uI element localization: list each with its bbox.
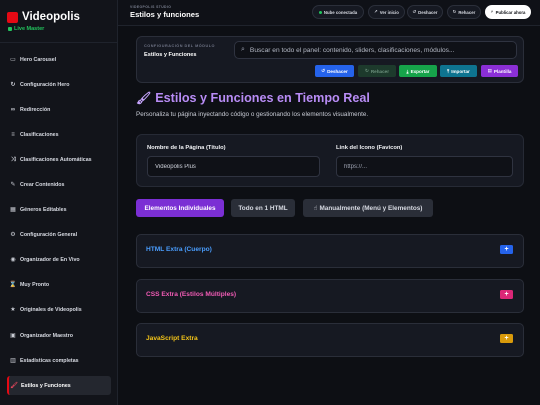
undo-icon: ↺ bbox=[321, 68, 326, 73]
star-icon: ★ bbox=[10, 307, 16, 314]
add-css-button[interactable]: + bbox=[500, 290, 513, 299]
sidebar-item-hero-carousel[interactable]: ▭ Hero Carousel bbox=[7, 50, 111, 69]
template-button[interactable]: ▤ Plantilla bbox=[481, 65, 518, 77]
page-name-label: Nombre de la Página (Título) bbox=[147, 145, 226, 151]
tab-manual[interactable]: ☝ Manualmente (Menú y Elementos) bbox=[303, 199, 433, 217]
search-icon: ⌕ bbox=[241, 46, 245, 53]
pencil-icon: ✎ bbox=[10, 181, 16, 188]
studio-label: VIDEOPOLIS STUDIO bbox=[130, 5, 172, 9]
sidebar-item-statistics[interactable]: ▥ Estadísticas completas bbox=[7, 351, 111, 370]
brand-name: Videopolis bbox=[22, 11, 80, 23]
search-input[interactable] bbox=[249, 46, 500, 54]
download-icon: ⤓ bbox=[406, 68, 409, 74]
page-settings-card: Nombre de la Página (Título) Link del Ic… bbox=[136, 134, 524, 187]
module-undo-button[interactable]: ↺ Deshacer bbox=[315, 65, 354, 77]
css-extra-section[interactable]: CSS Extra (Estilos Múltiples) + bbox=[136, 279, 524, 313]
chart-icon: ▥ bbox=[10, 357, 16, 364]
status-dot-icon bbox=[318, 10, 322, 14]
undo-icon: ↺ bbox=[412, 9, 417, 14]
publish-button[interactable]: ⚡ Publicar ahora bbox=[485, 5, 531, 19]
grid-icon: ▦ bbox=[10, 207, 16, 214]
external-link-icon: ↗ bbox=[374, 9, 378, 14]
brand[interactable]: Videopolis bbox=[7, 11, 80, 23]
undo-button[interactable]: ↺ Deshacer bbox=[407, 5, 443, 19]
topbar-title: Estilos y funciones bbox=[130, 9, 200, 19]
section-title: CSS Extra (Estilos Múltiples) bbox=[146, 291, 237, 298]
brand-subtitle: Live Master bbox=[8, 26, 44, 32]
html-extra-section[interactable]: HTML Extra (Cuerpo) + bbox=[136, 234, 524, 268]
brush-icon: 🖌 bbox=[136, 91, 152, 105]
add-html-button[interactable]: + bbox=[500, 245, 513, 254]
sidebar: Videopolis Live Master ▭ Hero Carousel ↻… bbox=[0, 0, 118, 405]
add-js-button[interactable]: + bbox=[500, 334, 513, 343]
sidebar-item-originals[interactable]: ★ Originales de Videopolis bbox=[7, 301, 111, 320]
export-button[interactable]: ⤓ Exportar bbox=[399, 65, 437, 77]
cloud-status-button[interactable]: Nube conectada bbox=[312, 5, 364, 19]
sidebar-item-auto-rankings[interactable]: ⤨ Clasificaciones Automáticas bbox=[7, 150, 111, 169]
favicon-input[interactable] bbox=[336, 156, 513, 177]
section-title: JavaScript Extra bbox=[146, 335, 198, 342]
bolt-icon: ⚡ bbox=[490, 9, 494, 14]
live-dot-icon bbox=[8, 27, 12, 31]
page-title: 🖌 Estilos y Funciones en Tiempo Real bbox=[136, 91, 370, 105]
sliders-icon: ≡ bbox=[11, 131, 15, 138]
tab-individual-elements[interactable]: Elementos Individuales bbox=[136, 199, 224, 217]
shuffle-icon: ⤨ bbox=[10, 156, 16, 163]
module-config-label: CONFIGURACIÓN DEL MÓDULO bbox=[144, 44, 215, 48]
redo-button[interactable]: ↻ Rehacer bbox=[447, 5, 481, 19]
sidebar-item-redirect[interactable]: ∞ Redirección bbox=[7, 100, 111, 119]
view-start-button[interactable]: ↗ Ver inicio bbox=[368, 5, 405, 19]
section-title: HTML Extra (Cuerpo) bbox=[146, 246, 212, 253]
sidebar-item-genres[interactable]: ▦ Géneros Editables bbox=[7, 201, 111, 220]
global-search[interactable]: ⌕ bbox=[234, 41, 517, 59]
broadcast-icon: ◉ bbox=[10, 257, 16, 264]
hourglass-icon: ⌛ bbox=[9, 282, 17, 289]
page-name-input[interactable] bbox=[147, 156, 320, 177]
template-icon: ▤ bbox=[487, 68, 492, 73]
link-icon: ∞ bbox=[10, 106, 16, 113]
film-icon: ▣ bbox=[10, 332, 16, 339]
sidebar-item-coming-soon[interactable]: ⌛ Muy Pronto bbox=[7, 276, 111, 295]
sidebar-item-hero-config[interactable]: ↻ Configuración Hero bbox=[7, 75, 111, 94]
page-description: Personaliza tu página inyectando código … bbox=[136, 111, 369, 118]
sidebar-item-styles-functions[interactable]: 🖌 Estilos y Funciones bbox=[7, 376, 111, 396]
favicon-label: Link del Icono (Favicon) bbox=[336, 145, 403, 151]
topbar: VIDEOPOLIS STUDIO Estilos y funciones Nu… bbox=[118, 0, 540, 26]
sidebar-divider bbox=[0, 42, 117, 43]
module-redo-button[interactable]: ↻ Rehacer bbox=[358, 65, 396, 77]
redo-icon: ↻ bbox=[452, 9, 457, 14]
sidebar-item-live-organizer[interactable]: ◉ Organizador de En Vivo bbox=[7, 251, 111, 270]
module-panel: CONFIGURACIÓN DEL MÓDULO Estilos y Funci… bbox=[136, 36, 524, 83]
carousel-icon: ▭ bbox=[10, 56, 16, 63]
hand-icon: ☝ bbox=[313, 205, 318, 212]
import-button[interactable]: ⤒ Importar bbox=[440, 65, 477, 77]
sidebar-item-master-organizer[interactable]: ▣ Organizador Maestro bbox=[7, 326, 111, 345]
js-extra-section[interactable]: JavaScript Extra + bbox=[136, 323, 524, 357]
sidebar-nav: ▭ Hero Carousel ↻ Configuración Hero ∞ R… bbox=[7, 50, 111, 401]
sidebar-item-create-content[interactable]: ✎ Crear Contenidos bbox=[7, 175, 111, 194]
videopolis-logo-icon bbox=[7, 11, 18, 23]
brush-icon: 🖌 bbox=[10, 382, 18, 389]
upload-icon: ⤒ bbox=[447, 68, 450, 74]
redo-icon: ↻ bbox=[365, 68, 369, 73]
sidebar-item-rankings[interactable]: ≡ Clasificaciones bbox=[7, 125, 111, 144]
tab-all-in-one-html[interactable]: Todo en 1 HTML bbox=[231, 199, 295, 217]
refresh-icon: ↻ bbox=[10, 81, 16, 88]
gear-icon: ⚙ bbox=[10, 232, 16, 239]
sidebar-item-general-config[interactable]: ⚙ Configuración General bbox=[7, 226, 111, 245]
module-name: Estilos y Funciones bbox=[144, 51, 197, 58]
